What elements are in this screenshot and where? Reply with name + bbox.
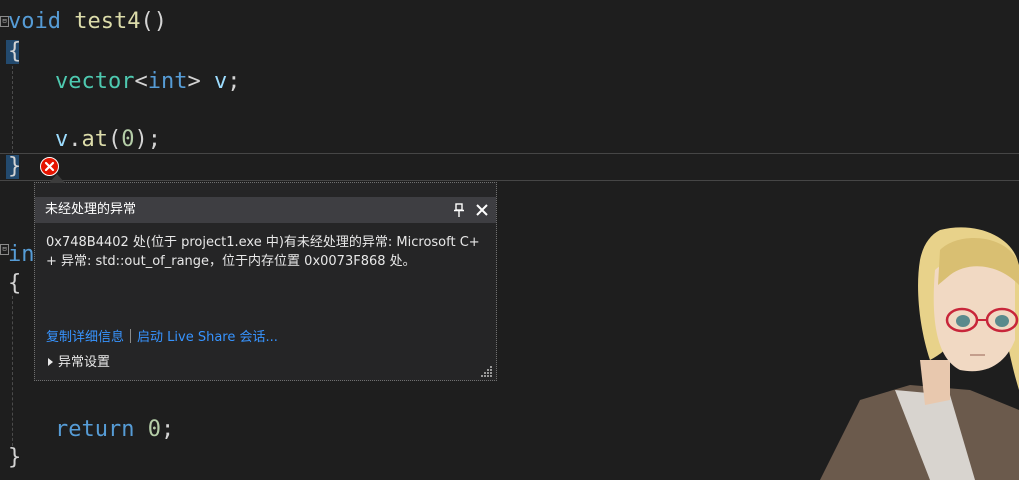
keyword-void: void: [8, 9, 61, 34]
popup-actions: 复制详细信息 启动 Live Share 会话...: [46, 329, 278, 347]
method-at: at: [81, 127, 109, 152]
parens: (): [140, 9, 167, 34]
exception-settings-toggle[interactable]: 异常设置: [48, 354, 110, 372]
semicolon: ;: [160, 417, 175, 442]
pin-icon[interactable]: [454, 203, 464, 217]
paren-close-semicolon: );: [134, 127, 162, 152]
popup-title-bar: 未经处理的异常: [35, 197, 496, 223]
code-line-open-brace-2[interactable]: {: [8, 270, 21, 298]
link-separator: [130, 329, 132, 343]
angle-close: >: [187, 69, 201, 94]
current-line-highlight: [0, 153, 1019, 181]
number-literal: 0: [121, 127, 135, 152]
code-line-return[interactable]: return 0;: [55, 416, 174, 444]
popup-title: 未经处理的异常: [45, 202, 137, 217]
copy-details-link[interactable]: 复制详细信息: [46, 330, 124, 345]
expand-triangle-icon: [48, 358, 53, 366]
number-literal: 0: [147, 417, 161, 442]
paren-open: (: [108, 127, 122, 152]
keyword-int: int: [147, 69, 188, 94]
exception-message: 0x748B4402 处(位于 project1.exe 中)有未经处理的异常:…: [46, 235, 480, 269]
close-brace: }: [8, 154, 22, 179]
open-brace: {: [8, 271, 22, 296]
indent-guide: [12, 66, 13, 154]
background-character-image: [820, 227, 1019, 480]
keyword-return: return: [55, 417, 135, 442]
code-line-at-call[interactable]: v.at(0);: [55, 126, 161, 154]
type-vector: vector: [55, 69, 135, 94]
variable-v: v: [213, 69, 228, 94]
dot: .: [68, 127, 82, 152]
close-brace: }: [8, 445, 22, 470]
code-line-function-signature[interactable]: void test4(): [8, 8, 167, 36]
start-live-share-link[interactable]: 启动 Live Share 会话...: [137, 330, 278, 345]
code-line-close-brace[interactable]: }: [8, 153, 21, 181]
exception-helper-popup: 未经处理的异常 0x748B4402 处(位于 project1.exe 中)有…: [34, 174, 497, 381]
code-line-close-brace-2[interactable]: }: [8, 444, 21, 472]
indent-guide: [12, 296, 13, 446]
exception-settings-label: 异常设置: [58, 355, 111, 370]
open-brace: {: [8, 39, 22, 64]
close-icon[interactable]: [474, 202, 490, 218]
code-line-open-brace[interactable]: {: [8, 38, 21, 66]
code-line-vector-declaration[interactable]: vector<int> v;: [55, 68, 240, 96]
variable-v: v: [55, 127, 69, 152]
angle-open: <: [134, 69, 148, 94]
function-name: test4: [74, 9, 141, 34]
popup-pointer: [49, 174, 65, 183]
resize-grip-icon[interactable]: [481, 365, 493, 377]
semicolon: ;: [227, 69, 241, 94]
